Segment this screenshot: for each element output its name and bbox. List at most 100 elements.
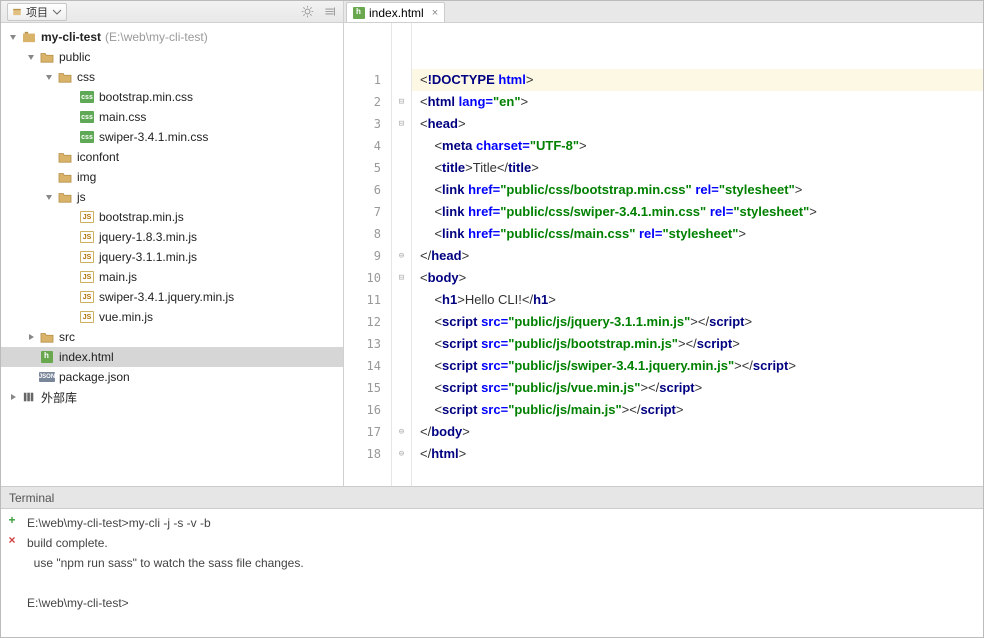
code-line[interactable]: <script src="public/js/main.js"></script… [412, 399, 983, 421]
tree-js-file-5[interactable]: JSvue.min.js [1, 307, 343, 327]
tree-package-json[interactable]: JSONpackage.json [1, 367, 343, 387]
code-line[interactable]: </head> [412, 245, 983, 267]
code-line[interactable]: </html> [412, 443, 983, 465]
project-sidebar: 项目 my-cli-test(E:\web\my-cli-test)public… [1, 1, 344, 486]
terminal-line [27, 573, 979, 593]
plus-icon[interactable]: + [5, 513, 19, 527]
tree-iconfont[interactable]: iconfont [1, 147, 343, 167]
line-number[interactable]: 14 [344, 355, 391, 377]
code-line[interactable]: <link href="public/css/main.css" rel="st… [412, 223, 983, 245]
tree-public[interactable]: public [1, 47, 343, 67]
fold-marker[interactable] [392, 311, 411, 333]
fold-marker[interactable] [392, 179, 411, 201]
line-number[interactable]: 2 [344, 91, 391, 113]
fold-marker[interactable]: ⊟ [392, 267, 411, 289]
fold-marker[interactable] [392, 355, 411, 377]
code-line[interactable]: <link href="public/css/swiper-3.4.1.min.… [412, 201, 983, 223]
tree-root[interactable]: my-cli-test(E:\web\my-cli-test) [1, 27, 343, 47]
code-line[interactable]: <script src="public/js/swiper-3.4.1.jque… [412, 355, 983, 377]
code-line[interactable]: <script src="public/js/vue.min.js"></scr… [412, 377, 983, 399]
code-line[interactable]: <meta charset="UTF-8"> [412, 135, 983, 157]
tree-css-file-1[interactable]: cssmain.css [1, 107, 343, 127]
line-number[interactable]: 10 [344, 267, 391, 289]
fold-marker[interactable] [392, 157, 411, 179]
code-line[interactable]: <head> [412, 113, 983, 135]
line-number[interactable]: 3 [344, 113, 391, 135]
tree-js-file-4[interactable]: JSswiper-3.4.1.jquery.min.js [1, 287, 343, 307]
code-line[interactable]: </body> [412, 421, 983, 443]
line-number[interactable]: 11 [344, 289, 391, 311]
line-number[interactable]: 9 [344, 245, 391, 267]
tree-js-file-1[interactable]: JSjquery-1.8.3.min.js [1, 227, 343, 247]
tree-external-libs[interactable]: 外部库 [1, 387, 343, 407]
fold-marker[interactable] [392, 201, 411, 223]
tab-label: index.html [369, 6, 424, 20]
sidebar-header: 项目 [1, 1, 343, 23]
line-number-gutter[interactable]: 123456789101112131415161718 [344, 23, 392, 486]
tree-js-file-2[interactable]: JSjquery-3.1.1.min.js [1, 247, 343, 267]
fold-gutter[interactable]: ⊟⊟⊖⊟⊖⊖ [392, 23, 412, 486]
code-line[interactable]: <h1>Hello CLI!</h1> [412, 289, 983, 311]
tree-js-file-3[interactable]: JSmain.js [1, 267, 343, 287]
line-number[interactable]: 1 [344, 69, 391, 91]
tree-index-html[interactable]: index.html [1, 347, 343, 367]
line-number[interactable]: 18 [344, 443, 391, 465]
line-number[interactable]: 12 [344, 311, 391, 333]
close-icon[interactable]: × [5, 533, 19, 547]
code-line[interactable]: <html lang="en"> [412, 91, 983, 113]
line-number[interactable]: 8 [344, 223, 391, 245]
terminal-line: E:\web\my-cli-test>my-cli -j -s -v -b [27, 513, 979, 533]
code-line[interactable]: <title>Title</title> [412, 157, 983, 179]
line-number[interactable]: 6 [344, 179, 391, 201]
fold-marker[interactable] [392, 377, 411, 399]
chevron-down-icon [52, 7, 62, 17]
fold-marker[interactable] [392, 289, 411, 311]
close-icon[interactable]: × [432, 7, 438, 19]
code-line[interactable]: <script src="public/js/bootstrap.min.js"… [412, 333, 983, 355]
fold-marker[interactable]: ⊖ [392, 245, 411, 267]
line-number[interactable]: 17 [344, 421, 391, 443]
code-line[interactable]: <!DOCTYPE html> [412, 69, 983, 91]
line-number[interactable]: 7 [344, 201, 391, 223]
fold-marker[interactable] [392, 333, 411, 355]
code-line[interactable]: <script src="public/js/jquery-3.1.1.min.… [412, 311, 983, 333]
fold-marker[interactable] [392, 223, 411, 245]
tree-src[interactable]: src [1, 327, 343, 347]
terminal-line: E:\web\my-cli-test> [27, 593, 979, 613]
terminal-line: build complete. [27, 533, 979, 553]
terminal-title: Terminal [9, 491, 54, 505]
line-number[interactable]: 5 [344, 157, 391, 179]
tree-css-file-0[interactable]: cssbootstrap.min.css [1, 87, 343, 107]
line-number[interactable]: 13 [344, 333, 391, 355]
terminal-toolbar: + × [1, 509, 23, 637]
fold-marker[interactable]: ⊟ [392, 91, 411, 113]
fold-marker[interactable] [392, 399, 411, 421]
code-area[interactable]: <!DOCTYPE html><html lang="en"><head> <m… [412, 23, 983, 486]
tab-index-html[interactable]: index.html × [346, 2, 445, 22]
tree-js[interactable]: js [1, 187, 343, 207]
editor-body: 123456789101112131415161718 ⊟⊟⊖⊟⊖⊖ <!DOC… [344, 23, 983, 486]
terminal-panel: Terminal + × E:\web\my-cli-test>my-cli -… [1, 487, 983, 637]
fold-marker[interactable] [392, 135, 411, 157]
project-view-selector[interactable]: 项目 [7, 3, 67, 21]
tree-css[interactable]: css [1, 67, 343, 87]
fold-marker[interactable]: ⊟ [392, 113, 411, 135]
fold-marker[interactable]: ⊖ [392, 443, 411, 465]
tree-img[interactable]: img [1, 167, 343, 187]
line-number[interactable]: 4 [344, 135, 391, 157]
editor-tabbar: index.html × [344, 1, 983, 23]
fold-marker[interactable] [392, 69, 411, 91]
code-line[interactable]: <body> [412, 267, 983, 289]
gear-icon[interactable] [299, 4, 315, 20]
tree-css-file-2[interactable]: cssswiper-3.4.1.min.css [1, 127, 343, 147]
code-line[interactable]: <link href="public/css/bootstrap.min.css… [412, 179, 983, 201]
editor-area: index.html × 123456789101112131415161718… [344, 1, 983, 486]
project-tree[interactable]: my-cli-test(E:\web\my-cli-test)publiccss… [1, 23, 343, 486]
collapse-icon[interactable] [321, 4, 337, 20]
terminal-output[interactable]: E:\web\my-cli-test>my-cli -j -s -v -bbui… [23, 509, 983, 637]
tree-js-file-0[interactable]: JSbootstrap.min.js [1, 207, 343, 227]
line-number[interactable]: 15 [344, 377, 391, 399]
terminal-header[interactable]: Terminal [1, 487, 983, 509]
fold-marker[interactable]: ⊖ [392, 421, 411, 443]
line-number[interactable]: 16 [344, 399, 391, 421]
